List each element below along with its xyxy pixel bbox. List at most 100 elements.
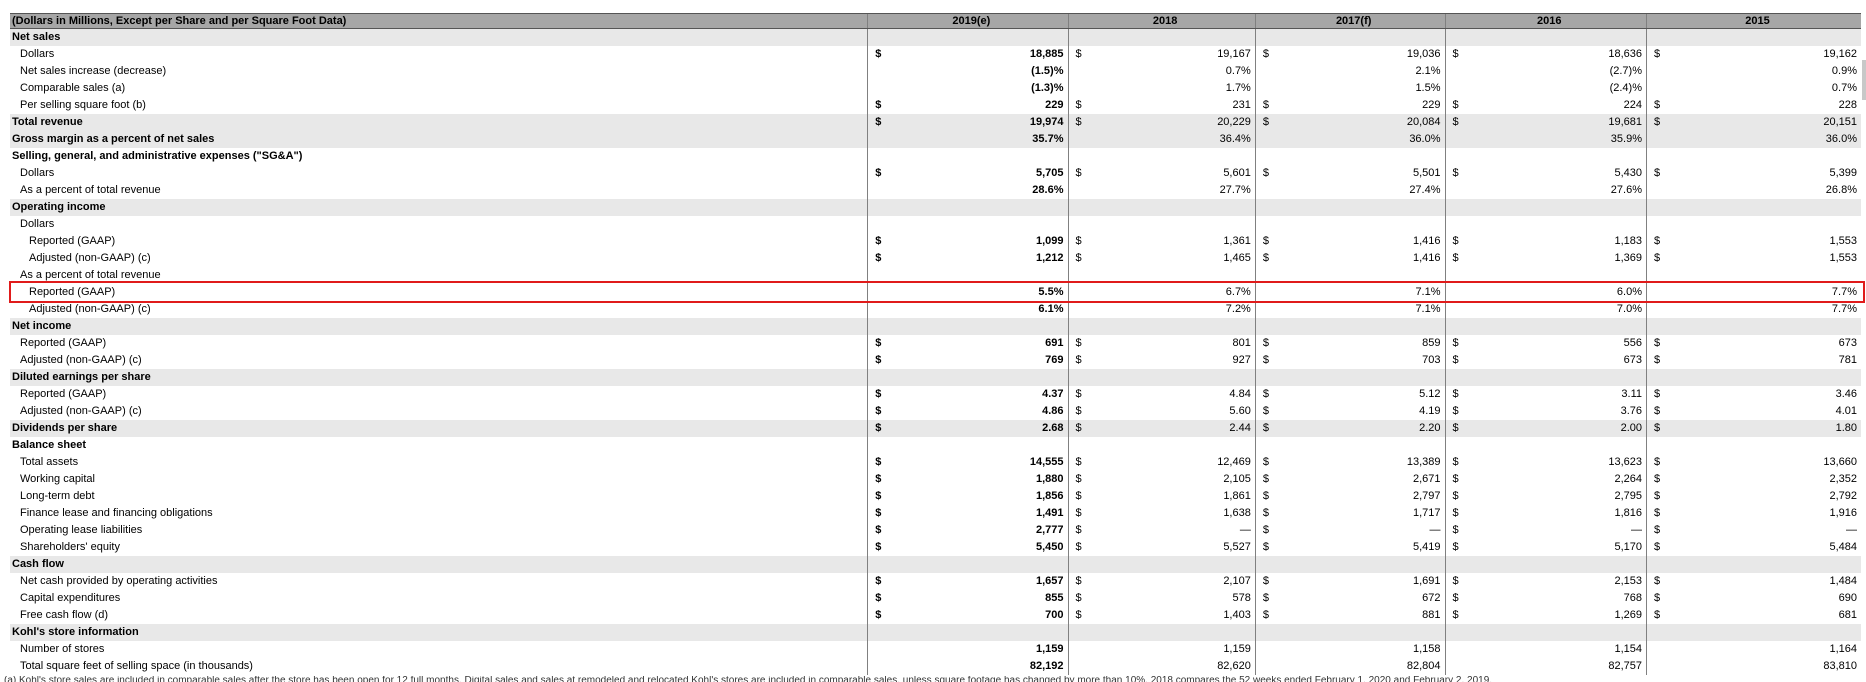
currency-symbol bbox=[867, 267, 904, 284]
cell-value: 681 bbox=[1838, 609, 1857, 621]
cell-value: 13,389 bbox=[1406, 456, 1441, 468]
currency-symbol bbox=[1645, 182, 1682, 199]
row-label: Dollars bbox=[20, 48, 55, 60]
currency-symbol: $ bbox=[1444, 573, 1481, 590]
cell-value bbox=[1103, 369, 1256, 386]
cell-value: 1,491 bbox=[1035, 507, 1064, 519]
currency-symbol: $ bbox=[1444, 352, 1481, 369]
cell-value: 1,861 bbox=[1223, 490, 1251, 502]
currency-symbol: $ bbox=[1444, 539, 1481, 556]
cell-value bbox=[1103, 199, 1256, 216]
currency-symbol: $ bbox=[867, 505, 904, 522]
currency-symbol bbox=[1444, 267, 1481, 284]
cell-value: 1,856 bbox=[1035, 490, 1064, 502]
cell-value: 13,660 bbox=[1823, 456, 1857, 468]
cell-value: 19,036 bbox=[1406, 48, 1441, 60]
table-row: Adjusted (non-GAAP) (c) $769 $927 $703 $673 $… bbox=[10, 352, 1861, 369]
cell-value: 691 bbox=[1045, 337, 1064, 349]
cell-value: (1.3)% bbox=[1031, 82, 1064, 94]
cell-value bbox=[1681, 199, 1861, 216]
currency-symbol bbox=[1067, 556, 1104, 573]
currency-symbol bbox=[867, 369, 904, 386]
row-label: Number of stores bbox=[20, 643, 105, 655]
cell-value bbox=[1103, 28, 1256, 46]
currency-symbol: $ bbox=[1645, 386, 1682, 403]
currency-symbol bbox=[1645, 63, 1682, 80]
column-header-2019: 2019(e) bbox=[867, 13, 1068, 29]
cell-value: 781 bbox=[1838, 354, 1857, 366]
cell-value: 2,671 bbox=[1412, 473, 1441, 485]
column-header-2015: 2015 bbox=[1646, 13, 1861, 29]
cell-value: 82,804 bbox=[1406, 660, 1441, 672]
table-header-row: (Dollars in Millions, Except per Share a… bbox=[10, 13, 1861, 29]
footnote-text: (a) Kohl's store sales are included in c… bbox=[4, 676, 1493, 682]
cell-value: (2.4)% bbox=[1609, 82, 1642, 94]
scrollbar-thumb[interactable] bbox=[1862, 60, 1866, 100]
cell-value: 35.9% bbox=[1480, 131, 1647, 148]
currency-symbol: $ bbox=[1067, 46, 1104, 63]
currency-symbol bbox=[1254, 267, 1291, 284]
cell-value: 231 bbox=[1232, 99, 1251, 111]
currency-symbol: $ bbox=[1444, 420, 1481, 437]
cell-value: 5.5% bbox=[1038, 286, 1064, 298]
cell-value: 769 bbox=[1045, 354, 1064, 366]
currency-symbol: $ bbox=[1067, 165, 1104, 182]
currency-symbol: $ bbox=[1645, 488, 1682, 505]
cell-value: 26.8% bbox=[1825, 184, 1857, 196]
currency-symbol: $ bbox=[1645, 250, 1682, 267]
currency-symbol bbox=[1254, 641, 1291, 658]
currency-symbol bbox=[867, 199, 904, 216]
table-row: Operating income bbox=[10, 199, 1861, 216]
table-row: Dollars $18,885 $19,167 $19,036 $18,636 $19,1… bbox=[10, 46, 1861, 63]
cell-value bbox=[1290, 28, 1446, 46]
cell-value: 35.7% bbox=[903, 131, 1068, 148]
currency-symbol: $ bbox=[1444, 386, 1481, 403]
currency-symbol bbox=[1645, 556, 1682, 573]
cell-value: — bbox=[1239, 524, 1251, 536]
cell-value bbox=[1290, 199, 1446, 216]
currency-symbol: $ bbox=[1067, 488, 1104, 505]
currency-symbol bbox=[1254, 301, 1291, 318]
table-row: Selling, general, and administrative exp… bbox=[10, 148, 1861, 165]
cell-value: 5.12 bbox=[1419, 388, 1441, 400]
currency-symbol bbox=[1444, 624, 1481, 641]
section-heading: Selling, general, and administrative exp… bbox=[12, 150, 303, 162]
table-row: Total square feet of selling space (in t… bbox=[10, 658, 1861, 675]
currency-symbol bbox=[1444, 131, 1481, 148]
currency-symbol: $ bbox=[1254, 454, 1291, 471]
selected-financial-data-table: (Dollars in Millions, Except per Share a… bbox=[10, 13, 1861, 675]
table-row: Total assets $14,555 $12,469 $13,389 $13,623… bbox=[10, 454, 1861, 471]
row-label: Adjusted (non-GAAP) (c) bbox=[29, 303, 151, 315]
currency-symbol bbox=[1645, 80, 1682, 97]
cell-value bbox=[1682, 437, 1861, 454]
currency-symbol: $ bbox=[1645, 454, 1682, 471]
cell-value: 578 bbox=[1232, 592, 1251, 604]
currency-symbol bbox=[1067, 284, 1104, 301]
cell-value: 1,416 bbox=[1412, 235, 1441, 247]
currency-symbol: $ bbox=[1067, 233, 1104, 250]
cell-value: 672 bbox=[1422, 592, 1441, 604]
cell-value: 2,153 bbox=[1614, 575, 1642, 587]
cell-value bbox=[1291, 216, 1445, 233]
currency-symbol: $ bbox=[1444, 97, 1481, 114]
cell-value: 1,553 bbox=[1829, 252, 1857, 264]
currency-symbol bbox=[1645, 148, 1682, 165]
row-label: Reported (GAAP) bbox=[29, 235, 116, 247]
currency-symbol: $ bbox=[1254, 250, 1291, 267]
cell-value bbox=[1480, 556, 1647, 573]
currency-symbol: $ bbox=[1067, 522, 1104, 539]
row-label: Reported (GAAP) bbox=[29, 286, 116, 298]
section-heading: Total revenue bbox=[10, 114, 868, 131]
currency-symbol: $ bbox=[1254, 386, 1291, 403]
table-row: Dollars bbox=[10, 216, 1861, 233]
cell-value: 27.6% bbox=[1610, 184, 1642, 196]
cell-value: 1,158 bbox=[1412, 643, 1441, 655]
currency-symbol bbox=[1067, 437, 1104, 454]
cell-value: 20,151 bbox=[1681, 114, 1861, 131]
currency-symbol: $ bbox=[1444, 233, 1481, 250]
cell-value bbox=[1290, 369, 1446, 386]
cell-value: 19,974 bbox=[903, 114, 1068, 131]
cell-value: 36.0% bbox=[1681, 131, 1861, 148]
currency-symbol: $ bbox=[867, 488, 904, 505]
currency-symbol: $ bbox=[1067, 114, 1104, 131]
